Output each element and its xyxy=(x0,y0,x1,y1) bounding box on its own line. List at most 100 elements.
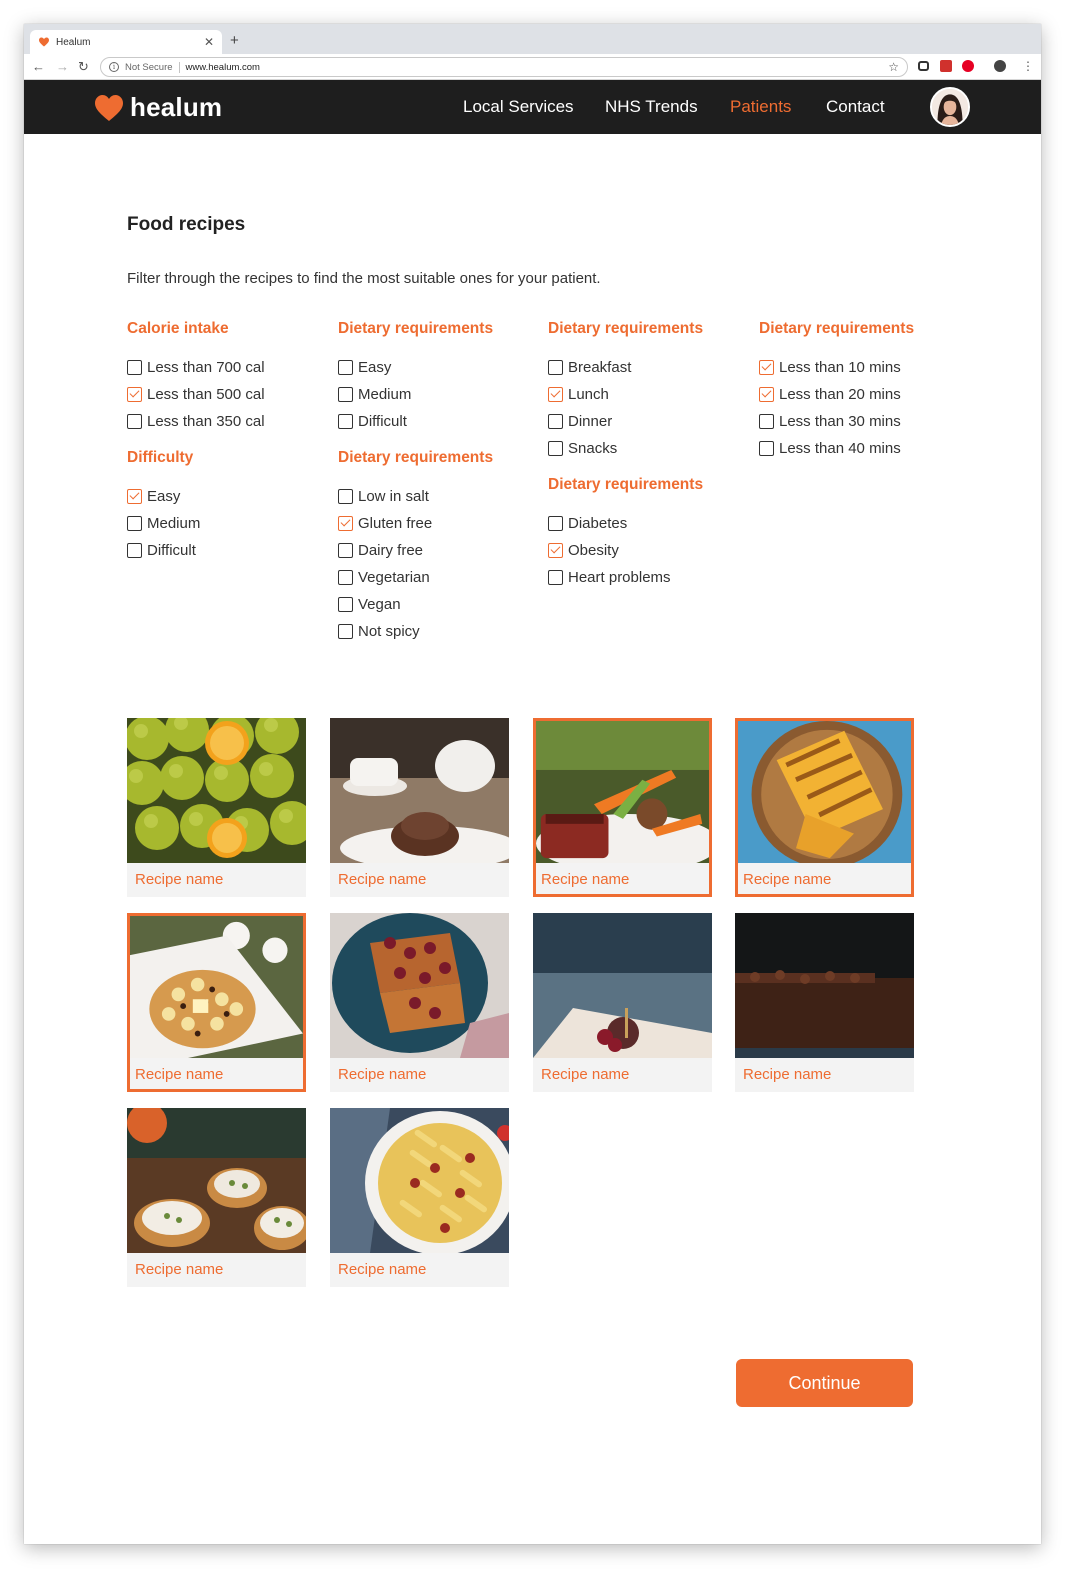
filter-option[interactable]: Easy xyxy=(338,354,538,381)
recipe-card[interactable]: Recipe name xyxy=(533,913,712,1092)
brand-logo[interactable]: healum xyxy=(94,92,222,123)
checkbox-checked[interactable] xyxy=(338,516,353,531)
cheese-figs-snack-photo xyxy=(533,913,712,1058)
checkbox-unchecked[interactable] xyxy=(127,516,142,531)
filter-option-label: Low in salt xyxy=(358,488,429,505)
filter-group: Difficulty Easy Medium Difficult xyxy=(127,449,327,564)
pinterest-extension-icon[interactable] xyxy=(962,60,974,72)
filter-option[interactable]: Snacks xyxy=(548,435,748,462)
filter-option[interactable]: Difficult xyxy=(127,537,327,564)
checkbox-unchecked[interactable] xyxy=(759,414,774,429)
filter-group: Dietary requirements Easy Medium Difficult xyxy=(338,320,538,435)
filter-option[interactable]: Dairy free xyxy=(338,537,538,564)
checkbox-checked[interactable] xyxy=(127,387,142,402)
checkbox-unchecked[interactable] xyxy=(338,624,353,639)
filter-option-label: Snacks xyxy=(568,440,618,457)
recipe-card-selected[interactable]: Recipe name xyxy=(127,913,306,1092)
checkbox-unchecked[interactable] xyxy=(548,360,563,375)
user-avatar[interactable] xyxy=(930,87,970,127)
checkbox-unchecked[interactable] xyxy=(338,387,353,402)
nav-patients[interactable]: Patients xyxy=(730,97,791,117)
filter-option[interactable]: Less than 40 mins xyxy=(759,435,959,462)
site-header: healum Local Services NHS Trends Patient… xyxy=(24,80,1041,134)
filter-option[interactable]: Lunch xyxy=(548,381,748,408)
browser-tab[interactable]: Healum ✕ xyxy=(30,30,222,54)
filter-group: Dietary requirements Breakfast Lunch Dinner… xyxy=(548,320,748,462)
checkbox-unchecked[interactable] xyxy=(127,543,142,558)
tab-close-icon[interactable]: ✕ xyxy=(204,35,214,49)
checkbox-unchecked[interactable] xyxy=(338,570,353,585)
url-text[interactable]: www.healum.com xyxy=(186,62,889,73)
filter-option-label: Obesity xyxy=(568,542,619,559)
filter-option[interactable]: Breakfast xyxy=(548,354,748,381)
checkbox-checked[interactable] xyxy=(548,543,563,558)
filter-option[interactable]: Low in salt xyxy=(338,483,538,510)
checkbox-unchecked[interactable] xyxy=(759,441,774,456)
nav-nhs-trends[interactable]: NHS Trends xyxy=(605,97,698,117)
browser-menu-icon[interactable]: ⋮ xyxy=(1022,59,1034,73)
filter-option[interactable]: Diabetes xyxy=(548,510,748,537)
checkbox-unchecked[interactable] xyxy=(548,570,563,585)
filter-option[interactable]: Less than 700 cal xyxy=(127,354,327,381)
filter-option[interactable]: Heart problems xyxy=(548,564,748,591)
recipe-card[interactable]: Recipe name xyxy=(735,913,914,1092)
filter-group-title: Dietary requirements xyxy=(548,476,704,493)
pocket-extension-icon[interactable] xyxy=(918,61,929,71)
profile-extension-icon[interactable] xyxy=(994,60,1006,72)
filter-option[interactable]: Less than 20 mins xyxy=(759,381,959,408)
filter-option[interactable]: Less than 350 cal xyxy=(127,408,327,435)
recipe-name: Recipe name xyxy=(330,863,509,897)
back-icon[interactable]: ← xyxy=(32,59,45,74)
filter-option[interactable]: Difficult xyxy=(338,408,538,435)
nav-local-services[interactable]: Local Services xyxy=(463,97,574,117)
filter-option[interactable]: Medium xyxy=(338,381,538,408)
filter-option-label: Dinner xyxy=(568,413,613,430)
recipe-name: Recipe name xyxy=(536,863,709,894)
checkbox-checked[interactable] xyxy=(759,387,774,402)
recipe-card[interactable]: Recipe name xyxy=(330,718,509,897)
checkbox-checked[interactable] xyxy=(127,489,142,504)
recipe-card-selected[interactable]: Recipe name xyxy=(735,718,914,897)
checkbox-unchecked[interactable] xyxy=(338,414,353,429)
reload-icon[interactable]: ↻ xyxy=(78,59,89,75)
recipe-name: Recipe name xyxy=(130,1058,303,1089)
recipe-card[interactable]: Recipe name xyxy=(127,718,306,897)
filter-option[interactable]: Less than 30 mins xyxy=(759,408,959,435)
checkbox-unchecked[interactable] xyxy=(127,414,142,429)
checkbox-unchecked[interactable] xyxy=(548,441,563,456)
filter-option[interactable]: Dinner xyxy=(548,408,748,435)
grilled-sandwich-photo xyxy=(738,721,911,863)
recipe-card[interactable]: Recipe name xyxy=(127,1108,306,1287)
lastpass-extension-icon[interactable] xyxy=(940,60,952,72)
checkbox-unchecked[interactable] xyxy=(338,597,353,612)
info-icon[interactable]: i xyxy=(109,62,119,72)
filter-option[interactable]: Easy xyxy=(127,483,327,510)
checkbox-unchecked[interactable] xyxy=(548,516,563,531)
checkbox-unchecked[interactable] xyxy=(338,543,353,558)
filter-option[interactable]: Gluten free xyxy=(338,510,538,537)
filter-option-label: Heart problems xyxy=(568,569,671,586)
recipe-card[interactable]: Recipe name xyxy=(330,1108,509,1287)
checkbox-unchecked[interactable] xyxy=(338,489,353,504)
checkbox-checked[interactable] xyxy=(759,360,774,375)
nav-contact[interactable]: Contact xyxy=(826,97,885,117)
new-tab-icon[interactable]: + xyxy=(230,32,239,49)
filter-option[interactable]: Less than 500 cal xyxy=(127,381,327,408)
filter-option-label: Medium xyxy=(147,515,201,532)
continue-button[interactable]: Continue xyxy=(736,1359,913,1407)
filter-option[interactable]: Less than 10 mins xyxy=(759,354,959,381)
checkbox-unchecked[interactable] xyxy=(127,360,142,375)
filter-option[interactable]: Vegetarian xyxy=(338,564,538,591)
filter-option[interactable]: Not spicy xyxy=(338,618,538,645)
checkbox-unchecked[interactable] xyxy=(338,360,353,375)
address-bar[interactable]: i Not Secure www.healum.com ☆ xyxy=(100,57,908,77)
checkbox-checked[interactable] xyxy=(548,387,563,402)
forward-icon[interactable]: → xyxy=(56,59,69,74)
bookmark-star-icon[interactable]: ☆ xyxy=(888,60,899,74)
checkbox-unchecked[interactable] xyxy=(548,414,563,429)
recipe-card[interactable]: Recipe name xyxy=(330,913,509,1092)
recipe-card-selected[interactable]: Recipe name xyxy=(533,718,712,897)
filter-option[interactable]: Medium xyxy=(127,510,327,537)
filter-option[interactable]: Obesity xyxy=(548,537,748,564)
filter-option[interactable]: Vegan xyxy=(338,591,538,618)
